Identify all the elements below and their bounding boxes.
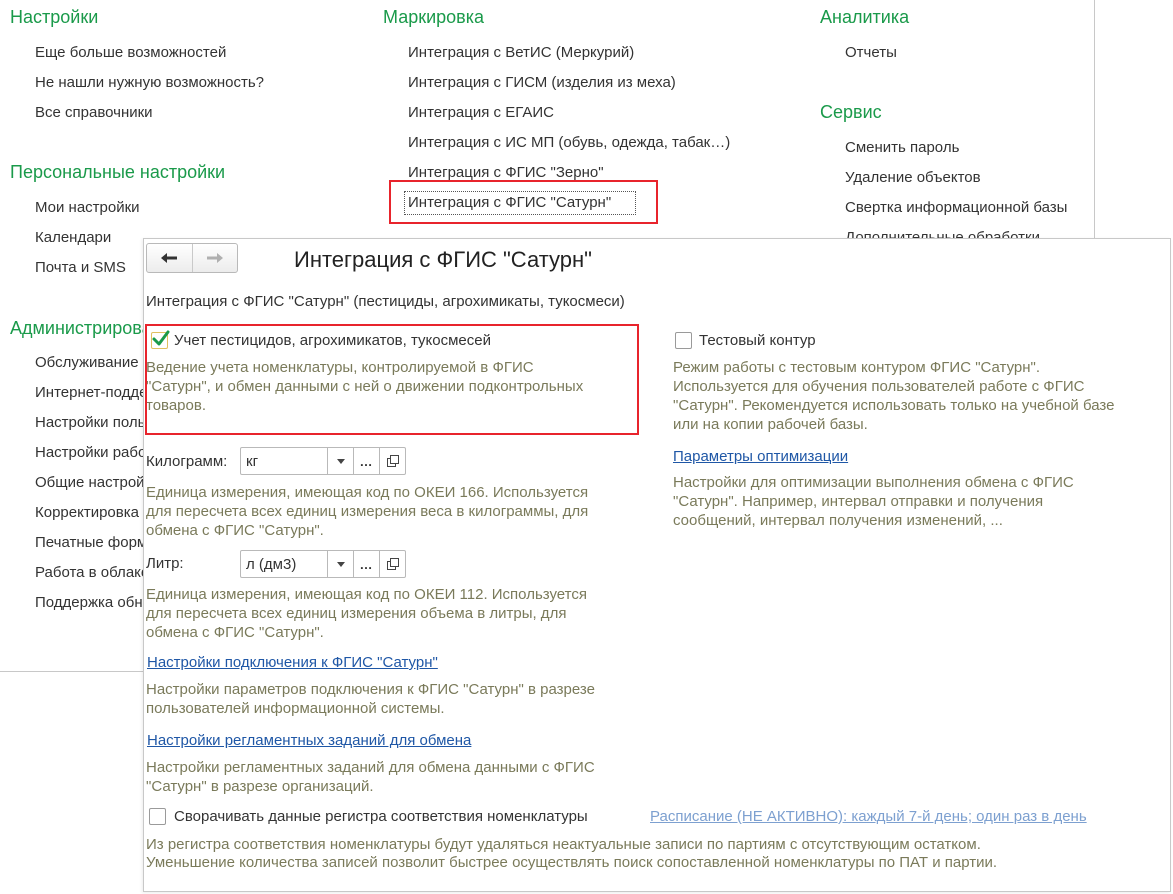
menu-item-mail-sms[interactable]: Почта и SMS [35, 259, 126, 276]
menu-item-calendars[interactable]: Календари [35, 229, 111, 246]
liter-dropdown-button[interactable] [327, 551, 353, 577]
menu-item-feature-not-found[interactable]: Не нашли нужную возможность? [35, 74, 264, 91]
scheduled-desc-line2: "Сатурн" в разрезе организаций. [146, 778, 374, 795]
scheduled-desc-line1: Настройки регламентных заданий для обмен… [146, 759, 595, 776]
kilogram-desc-line1: Единица измерения, имеющая код по ОКЕИ 1… [146, 484, 589, 501]
section-title-service: Сервис [820, 102, 882, 122]
optimization-desc-line1: Настройки для оптимизации выполнения обм… [673, 474, 1074, 491]
schedule-link[interactable]: Расписание (НЕ АКТИВНО): каждый 7-й день… [650, 808, 1087, 825]
menu-item-is-mp[interactable]: Интеграция с ИС МП (обувь, одежда, табак… [408, 134, 730, 151]
dropdown-arrow-icon [336, 561, 345, 567]
menu-item-fgis-saturn[interactable]: Интеграция с ФГИС "Сатурн" [408, 194, 611, 211]
back-button[interactable] [147, 244, 192, 272]
forward-arrow-icon [206, 253, 223, 263]
section-title-analytics: Аналитика [820, 7, 910, 27]
kilogram-label: Килограмм: [146, 453, 228, 470]
connection-settings-link[interactable]: Настройки подключения к ФГИС "Сатурн" [147, 654, 438, 671]
menu-item-my-settings[interactable]: Мои настройки [35, 199, 140, 216]
menu-item-reports[interactable]: Отчеты [845, 44, 897, 61]
menu-item-correction[interactable]: Корректировка [35, 504, 139, 521]
checkmark-icon [152, 330, 170, 346]
navigation-buttons [146, 243, 238, 273]
liter-desc-line2: для пересчета всех единиц измерения объе… [146, 605, 567, 622]
collapse-register-label[interactable]: Сворачивать данные регистра соответствия… [174, 808, 588, 825]
connection-desc-line1: Настройки параметров подключения к ФГИС … [146, 681, 595, 698]
dropdown-arrow-icon [336, 458, 345, 464]
optimization-desc-line3: сообщений, интервал получения изменений,… [673, 512, 1003, 529]
forward-button[interactable] [191, 244, 238, 272]
section-title-personal: Персональные настройки [10, 162, 226, 182]
kilogram-input[interactable]: кг [241, 448, 327, 474]
open-window-icon [386, 455, 399, 467]
collapse-desc-line2: Уменьшение количества записей позволит б… [146, 854, 998, 871]
test-contour-desc-line3: "Сатурн". Рекомендуется использовать тол… [673, 397, 1115, 414]
ellipsis-icon: … [359, 453, 374, 469]
kilogram-field: кг … [240, 447, 406, 475]
kilogram-dropdown-button[interactable] [327, 448, 353, 474]
test-contour-label[interactable]: Тестовый контур [699, 332, 816, 349]
accounting-desc-line3: товаров. [146, 397, 207, 414]
kilogram-desc-line3: обмена с ФГИС "Сатурн". [146, 522, 324, 539]
saturn-integration-dialog: Интеграция с ФГИС "Сатурн" Интеграция с … [143, 238, 1171, 892]
menu-item-general-settings[interactable]: Общие настройки [35, 474, 160, 491]
dialog-subtitle: Интеграция с ФГИС "Сатурн" (пестициды, а… [146, 293, 625, 310]
accounting-desc-line2: "Сатурн", и обмен данными с ней о движен… [146, 378, 584, 395]
section-title-settings: Настройки [10, 7, 99, 27]
back-arrow-icon [161, 253, 178, 263]
menu-item-more-features[interactable]: Еще больше возможностей [35, 44, 226, 61]
menu-item-fgis-zerno[interactable]: Интеграция с ФГИС "Зерно" [408, 164, 604, 181]
section-title-marking: Маркировка [383, 7, 485, 27]
liter-select-button[interactable]: … [353, 551, 379, 577]
connection-desc-line2: пользователей информационной системы. [146, 700, 445, 717]
collapse-desc-line1: Из регистра соответствия номенклатуры бу… [146, 836, 981, 853]
open-window-icon [386, 558, 399, 570]
optimization-params-link[interactable]: Параметры оптимизации [673, 448, 848, 465]
dialog-title: Интеграция с ФГИС "Сатурн" [294, 247, 592, 272]
menu-item-collapse-infobase[interactable]: Свертка информационной базы [845, 199, 1067, 216]
test-contour-desc-line4: или на копии рабочей базы. [673, 416, 868, 433]
ellipsis-icon: … [359, 556, 374, 572]
kilogram-select-button[interactable]: … [353, 448, 379, 474]
menu-item-gism[interactable]: Интеграция с ГИСМ (изделия из меха) [408, 74, 676, 91]
menu-item-all-catalogs[interactable]: Все справочники [35, 104, 153, 121]
liter-desc-line3: обмена с ФГИС "Сатурн". [146, 624, 324, 641]
menu-item-print-forms[interactable]: Печатные формы [35, 534, 158, 551]
kilogram-desc-line2: для пересчета всех единиц измерения веса… [146, 503, 589, 520]
menu-item-delete-objects[interactable]: Удаление объектов [845, 169, 981, 186]
menu-item-maintenance[interactable]: Обслуживание [35, 354, 139, 371]
liter-desc-line1: Единица измерения, имеющая код по ОКЕИ 1… [146, 586, 587, 603]
accounting-desc-line1: Ведение учета номенклатуры, контролируем… [146, 359, 534, 376]
liter-open-button[interactable] [379, 551, 405, 577]
test-contour-desc-line1: Режим работы с тестовым контуром ФГИС "С… [673, 359, 1041, 376]
menu-item-cloud-work[interactable]: Работа в облаке [35, 564, 149, 581]
menu-item-vetis[interactable]: Интеграция с ВетИС (Меркурий) [408, 44, 634, 61]
menu-item-change-password[interactable]: Сменить пароль [845, 139, 959, 156]
collapse-register-checkbox[interactable] [149, 808, 166, 825]
kilogram-open-button[interactable] [379, 448, 405, 474]
accounting-label[interactable]: Учет пестицидов, агрохимикатов, тукосмес… [174, 332, 491, 349]
test-contour-checkbox[interactable] [675, 332, 692, 349]
menu-item-egais[interactable]: Интеграция с ЕГАИС [408, 104, 554, 121]
scheduled-jobs-link[interactable]: Настройки регламентных заданий для обмен… [147, 732, 471, 749]
liter-label: Литр: [146, 555, 184, 572]
accounting-checkbox[interactable] [151, 330, 170, 349]
liter-input[interactable]: л (дм3) [241, 551, 327, 577]
liter-field: л (дм3) … [240, 550, 406, 578]
optimization-desc-line2: "Сатурн". Например, интервал отправки и … [673, 493, 1044, 510]
test-contour-desc-line2: Используется для обучения пользователей … [673, 378, 1085, 395]
